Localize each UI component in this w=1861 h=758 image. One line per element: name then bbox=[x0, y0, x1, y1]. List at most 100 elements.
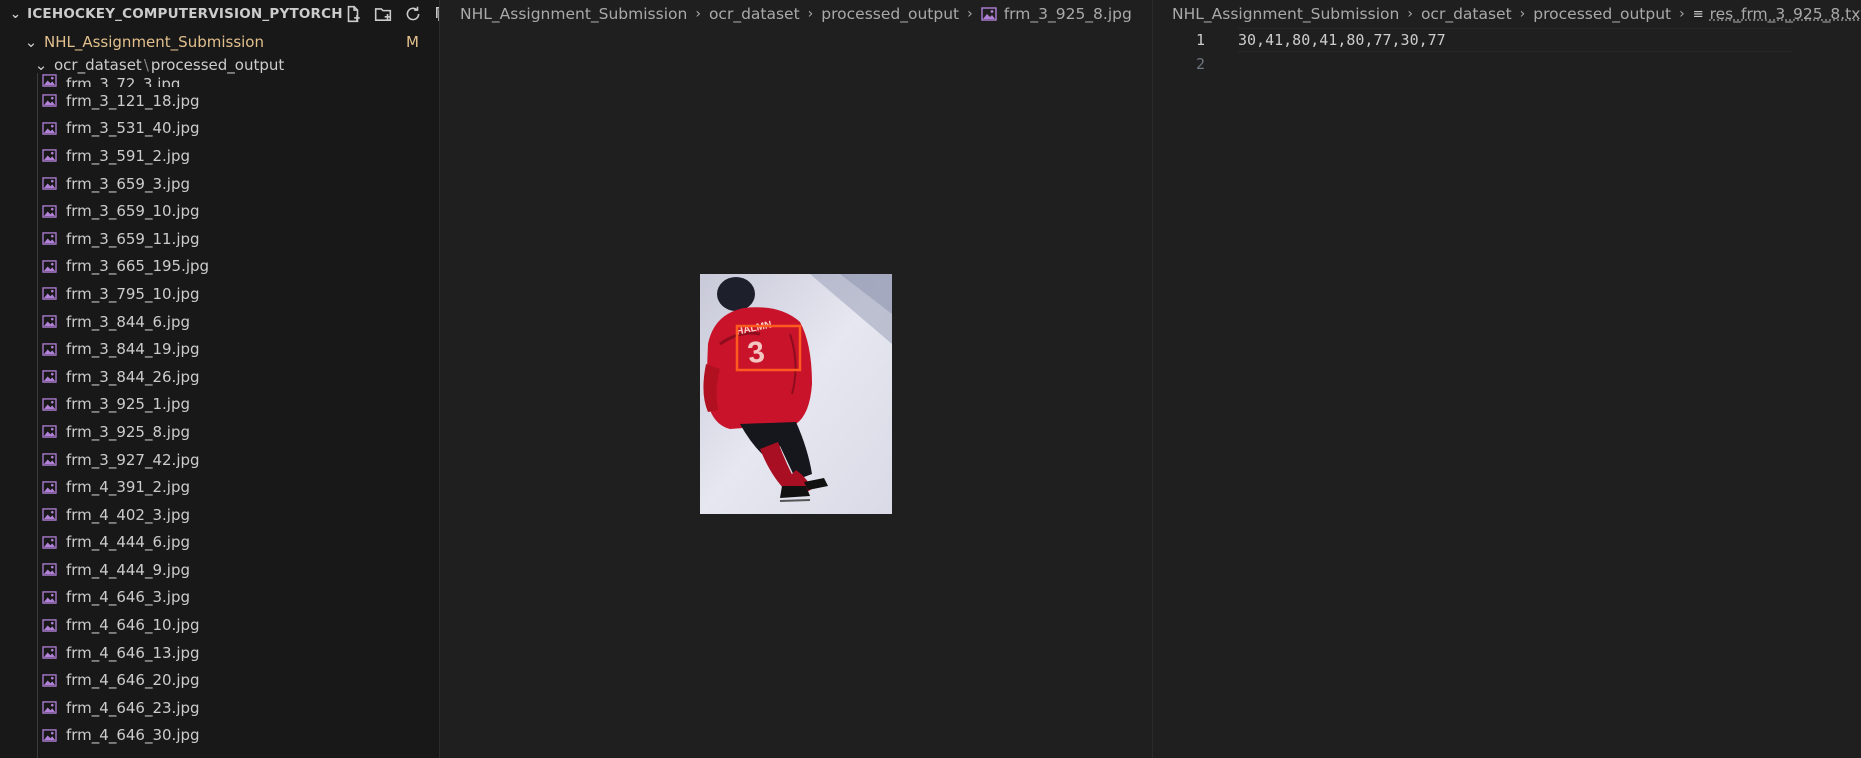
breadcrumb: NHL_Assignment_Submission › ocr_dataset … bbox=[1153, 0, 1861, 28]
file-item[interactable]: frm_3_659_3.jpg bbox=[0, 170, 439, 198]
code-line[interactable]: 2 bbox=[1153, 52, 1861, 76]
breadcrumb-item[interactable]: ocr_dataset bbox=[1421, 5, 1512, 23]
file-item[interactable]: frm_3_659_11.jpg bbox=[0, 225, 439, 253]
breadcrumb-item[interactable]: processed_output bbox=[1533, 5, 1671, 23]
file-name: frm_3_121_18.jpg bbox=[66, 92, 200, 110]
new-file-icon[interactable] bbox=[343, 4, 363, 24]
image-file-icon bbox=[42, 646, 57, 659]
file-name: frm_3_844_6.jpg bbox=[66, 313, 190, 331]
image-file-icon bbox=[42, 536, 57, 549]
file-name: frm_4_444_6.jpg bbox=[66, 533, 190, 551]
new-folder-icon[interactable] bbox=[373, 4, 393, 24]
file-item[interactable]: frm_3_844_19.jpg bbox=[0, 335, 439, 363]
file-name: frm_3_659_3.jpg bbox=[66, 175, 190, 193]
collapse-all-icon[interactable] bbox=[433, 4, 440, 24]
file-item[interactable]: frm_3_844_26.jpg bbox=[0, 363, 439, 391]
refresh-icon[interactable] bbox=[403, 4, 423, 24]
chevron-down-icon[interactable]: ⌄ bbox=[10, 7, 21, 22]
image-file-icon bbox=[42, 287, 57, 300]
file-item[interactable]: frm_3_591_2.jpg bbox=[0, 142, 439, 170]
line-number: 1 bbox=[1153, 31, 1205, 49]
file-name: frm_3_844_26.jpg bbox=[66, 368, 200, 386]
image-file-icon bbox=[42, 619, 57, 632]
folder-label-part1: ocr_dataset bbox=[54, 56, 142, 74]
current-line-highlight bbox=[1238, 28, 1792, 52]
image-editor: NHL_Assignment_Submission › ocr_dataset … bbox=[440, 0, 1151, 758]
breadcrumb-item[interactable]: frm_3_925_8.jpg bbox=[1004, 5, 1132, 23]
image-file-icon bbox=[42, 260, 57, 273]
text-editor: NHL_Assignment_Submission › ocr_dataset … bbox=[1152, 0, 1861, 758]
file-item[interactable]: frm_3_121_18.jpg bbox=[0, 87, 439, 115]
file-item[interactable]: frm_4_646_30.jpg bbox=[0, 722, 439, 750]
file-item[interactable]: frm_3_844_6.jpg bbox=[0, 308, 439, 336]
breadcrumb-item[interactable]: processed_output bbox=[821, 5, 959, 23]
folder-label: NHL_Assignment_Submission bbox=[44, 33, 264, 51]
image-file-icon bbox=[42, 232, 57, 245]
file-name: frm_3_659_10.jpg bbox=[66, 202, 200, 220]
folder-processed-output[interactable]: ⌄ ocr_dataset \ processed_output bbox=[0, 56, 439, 73]
file-item[interactable]: frm_4_444_9.jpg bbox=[0, 556, 439, 584]
breadcrumb: NHL_Assignment_Submission › ocr_dataset … bbox=[440, 0, 1151, 28]
line-number: 2 bbox=[1153, 55, 1205, 73]
file-item[interactable]: frm_3_659_10.jpg bbox=[0, 197, 439, 225]
file-name: frm_3_531_40.jpg bbox=[66, 119, 200, 137]
image-preview[interactable]: HALMN 3 bbox=[700, 274, 892, 514]
chevron-right-icon: › bbox=[1520, 6, 1526, 22]
file-item[interactable]: frm_4_391_2.jpg bbox=[0, 473, 439, 501]
workspace-title: ICEHOCKEY_COMPUTERVISION_PYTORCH bbox=[27, 6, 343, 22]
file-item[interactable]: frm_3_531_40.jpg bbox=[0, 115, 439, 143]
file-name: frm_3_659_11.jpg bbox=[66, 230, 200, 248]
file-item[interactable]: frm_4_646_10.jpg bbox=[0, 611, 439, 639]
folder-repo[interactable]: ⌄ NHL_Assignment_Submission M bbox=[0, 28, 439, 56]
code-area[interactable]: 1 30,41,80,41,80,77,30,77 2 bbox=[1153, 28, 1861, 76]
image-file-icon bbox=[42, 508, 57, 521]
file-item[interactable]: frm_3_72_3.jpg bbox=[0, 73, 439, 87]
file-item[interactable]: frm_4_402_3.jpg bbox=[0, 501, 439, 529]
file-name: frm_3_927_42.jpg bbox=[66, 451, 200, 469]
image-file-icon bbox=[42, 398, 57, 411]
image-file-icon bbox=[42, 563, 57, 576]
file-item[interactable]: frm_4_646_20.jpg bbox=[0, 666, 439, 694]
file-name: frm_4_646_20.jpg bbox=[66, 671, 200, 689]
file-name: frm_4_444_9.jpg bbox=[66, 561, 190, 579]
image-file-icon bbox=[42, 370, 57, 383]
file-item[interactable]: frm_3_665_195.jpg bbox=[0, 253, 439, 281]
file-item[interactable]: frm_3_795_10.jpg bbox=[0, 280, 439, 308]
file-item[interactable]: frm_4_646_13.jpg bbox=[0, 639, 439, 667]
breadcrumb-item[interactable]: ocr_dataset bbox=[709, 5, 800, 23]
file-item[interactable]: frm_3_925_1.jpg bbox=[0, 391, 439, 419]
breadcrumb-item[interactable]: NHL_Assignment_Submission bbox=[1172, 5, 1399, 23]
file-name: frm_3_925_1.jpg bbox=[66, 395, 190, 413]
file-item[interactable]: frm_3_927_42.jpg bbox=[0, 446, 439, 474]
breadcrumb-item[interactable]: res_frm_3_925_8.txt bbox=[1710, 5, 1861, 23]
explorer-actions bbox=[343, 4, 440, 24]
file-item[interactable]: frm_4_646_3.jpg bbox=[0, 584, 439, 612]
explorer-sidebar: ⌄ ICEHOCKEY_COMPUTERVISION_PYTORCH ⌄ NHL… bbox=[0, 0, 440, 758]
file-item[interactable]: frm_4_444_6.jpg bbox=[0, 529, 439, 557]
file-name: frm_4_391_2.jpg bbox=[66, 478, 190, 496]
image-file-icon bbox=[42, 205, 57, 218]
file-name: frm_3_72_3.jpg bbox=[66, 75, 180, 87]
text-file-icon: ≡ bbox=[1693, 7, 1704, 22]
file-item[interactable]: frm_4_646_23.jpg bbox=[0, 694, 439, 722]
image-file-icon bbox=[42, 591, 57, 604]
image-file-icon bbox=[42, 122, 57, 135]
file-name: frm_4_646_10.jpg bbox=[66, 616, 200, 634]
breadcrumb-item[interactable]: NHL_Assignment_Submission bbox=[460, 5, 687, 23]
chevron-down-icon: ⌄ bbox=[24, 33, 38, 51]
chevron-right-icon: › bbox=[808, 6, 814, 22]
git-modified-badge: M bbox=[406, 33, 419, 51]
file-name: frm_4_646_23.jpg bbox=[66, 699, 200, 717]
image-file-icon bbox=[42, 94, 57, 107]
explorer-header[interactable]: ⌄ ICEHOCKEY_COMPUTERVISION_PYTORCH bbox=[0, 0, 439, 28]
image-file-icon bbox=[42, 149, 57, 162]
chevron-right-icon: › bbox=[1407, 6, 1413, 22]
image-file-icon bbox=[42, 425, 57, 438]
image-file-icon bbox=[42, 729, 57, 742]
code-line[interactable]: 1 30,41,80,41,80,77,30,77 bbox=[1153, 28, 1861, 52]
file-name: frm_4_646_3.jpg bbox=[66, 588, 190, 606]
file-item[interactable]: frm_3_925_8.jpg bbox=[0, 418, 439, 446]
file-name: frm_3_795_10.jpg bbox=[66, 285, 200, 303]
file-name: frm_3_591_2.jpg bbox=[66, 147, 190, 165]
file-name: frm_3_844_19.jpg bbox=[66, 340, 200, 358]
